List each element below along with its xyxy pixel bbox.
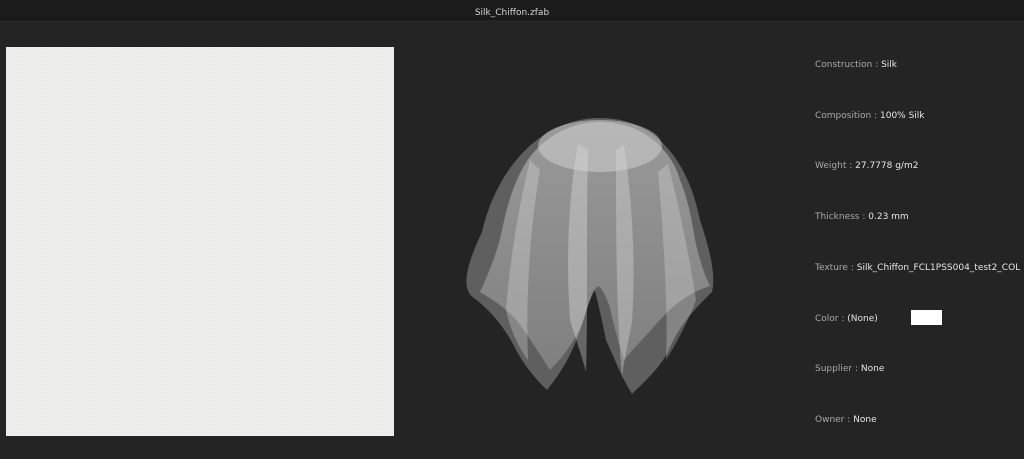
property-value: Silk_Chiffon_FCL1PSS004_test2_COL (856, 263, 1021, 273)
property-label: Texture (815, 263, 848, 273)
property-texture: Texture : Silk_Chiffon_FCL1PSS004_test2_… (815, 260, 1020, 276)
fabric-info-window: Silk_Chiffon.zfab Construction : Silk Co… (0, 0, 1024, 459)
property-label: Color (815, 314, 839, 324)
property-label: Owner (815, 415, 845, 425)
property-label: Construction (815, 60, 873, 70)
color-swatch[interactable] (910, 310, 942, 325)
property-value: 100% Silk (880, 111, 925, 121)
property-composition: Composition : 100% Silk (815, 108, 925, 124)
property-label: Thickness (815, 212, 860, 222)
property-owner: Owner : None (815, 412, 877, 428)
property-color: Color : (None) (815, 310, 942, 327)
texture-swatch-image (6, 47, 394, 436)
property-value: None (860, 364, 885, 374)
property-value: Silk (881, 60, 898, 70)
property-thickness: Thickness : 0.23 mm (815, 209, 909, 225)
draped-fabric-preview[interactable] (410, 60, 780, 430)
property-supplier: Supplier : None (815, 361, 884, 377)
title-bar[interactable]: Silk_Chiffon.zfab (0, 0, 1024, 20)
property-label: Composition (815, 111, 872, 121)
window-title: Silk_Chiffon.zfab (474, 8, 550, 18)
property-construction: Construction : Silk (815, 57, 897, 73)
property-value: 27.7778 g/m2 (855, 161, 919, 171)
property-value: 0.23 mm (868, 212, 909, 222)
property-value: (None) (847, 314, 878, 324)
property-label: Weight (815, 161, 847, 171)
property-label: Supplier (815, 364, 853, 374)
property-weight: Weight : 27.7778 g/m2 (815, 158, 918, 174)
property-value: None (853, 415, 877, 425)
fabric-crown-highlight (538, 120, 662, 172)
